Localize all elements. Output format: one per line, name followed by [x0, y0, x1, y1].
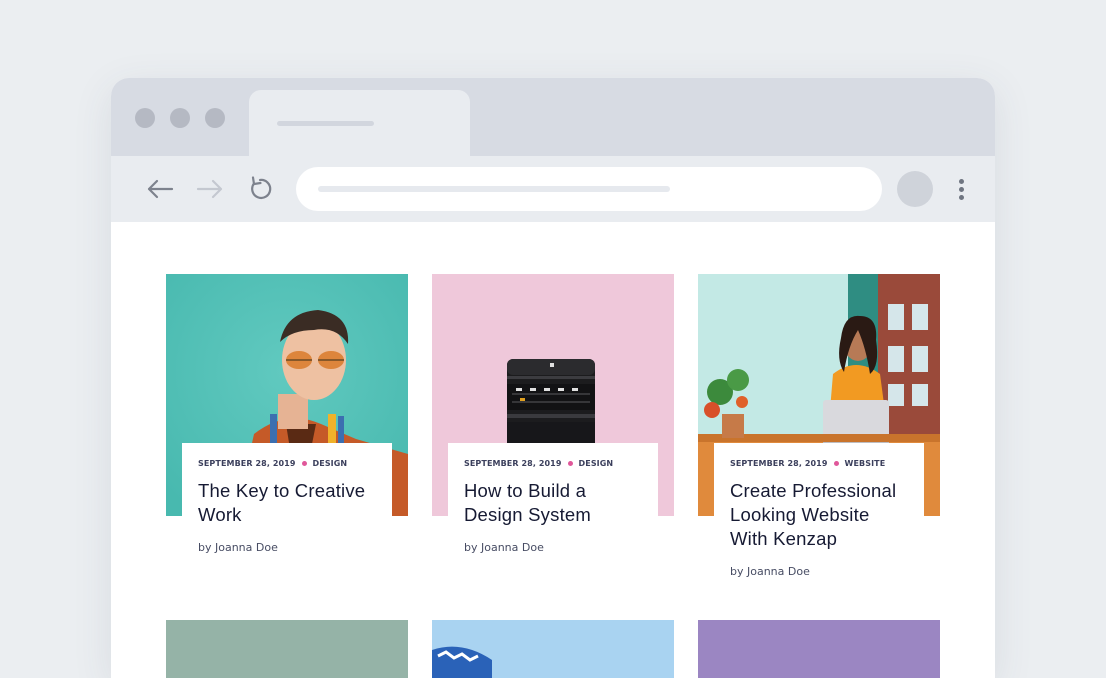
address-bar[interactable] [296, 167, 882, 211]
reload-icon [251, 176, 272, 200]
post-author: by Joanna Doe [198, 541, 278, 554]
window-close-button[interactable] [135, 108, 155, 128]
page-content: SEPTEMBER 28, 2019 DESIGN The Key to Crea… [111, 222, 995, 678]
meta-separator-dot [301, 460, 307, 466]
forward-button[interactable] [195, 174, 225, 204]
browser-titlebar [111, 78, 995, 156]
reload-button[interactable] [245, 174, 275, 204]
window-maximize-button[interactable] [205, 108, 225, 128]
post-summary: SEPTEMBER 28, 2019 DESIGN How to Build a … [448, 443, 658, 568]
post-title[interactable]: Create Professional Looking Website With… [730, 479, 908, 551]
url-placeholder [318, 186, 670, 192]
post-date: SEPTEMBER 28, 2019 [464, 459, 562, 468]
window-minimize-button[interactable] [170, 108, 190, 128]
meta-separator-dot [833, 460, 839, 466]
post-title[interactable]: The Key to Creative Work [198, 479, 376, 527]
post-title[interactable]: How to Build a Design System [464, 479, 642, 527]
post-category[interactable]: WEBSITE [845, 459, 886, 468]
browser-tab[interactable] [249, 90, 470, 156]
browser-window: SEPTEMBER 28, 2019 DESIGN The Key to Crea… [111, 78, 995, 678]
post-image-partial[interactable] [166, 620, 408, 678]
post-image-partial[interactable] [432, 620, 674, 678]
post-image-partial[interactable] [698, 620, 940, 678]
post-date: SEPTEMBER 28, 2019 [730, 459, 828, 468]
post-category[interactable]: DESIGN [313, 459, 348, 468]
post-meta: SEPTEMBER 28, 2019 WEBSITE [730, 459, 908, 468]
post-date: SEPTEMBER 28, 2019 [198, 459, 296, 468]
tab-title-placeholder [277, 121, 374, 126]
post-category[interactable]: DESIGN [579, 459, 614, 468]
post-author: by Joanna Doe [464, 541, 544, 554]
browser-toolbar [111, 156, 995, 222]
profile-avatar[interactable] [897, 171, 933, 207]
post-summary: SEPTEMBER 28, 2019 DESIGN The Key to Crea… [182, 443, 392, 568]
more-menu-icon[interactable] [959, 179, 964, 201]
post-meta: SEPTEMBER 28, 2019 DESIGN [198, 459, 376, 468]
back-button[interactable] [145, 174, 175, 204]
post-author: by Joanna Doe [730, 565, 810, 578]
post-meta: SEPTEMBER 28, 2019 DESIGN [464, 459, 642, 468]
post-summary: SEPTEMBER 28, 2019 WEBSITE Create Profess… [714, 443, 924, 592]
back-arrow-icon [147, 179, 174, 199]
forward-arrow-icon [196, 179, 223, 199]
meta-separator-dot [567, 460, 573, 466]
